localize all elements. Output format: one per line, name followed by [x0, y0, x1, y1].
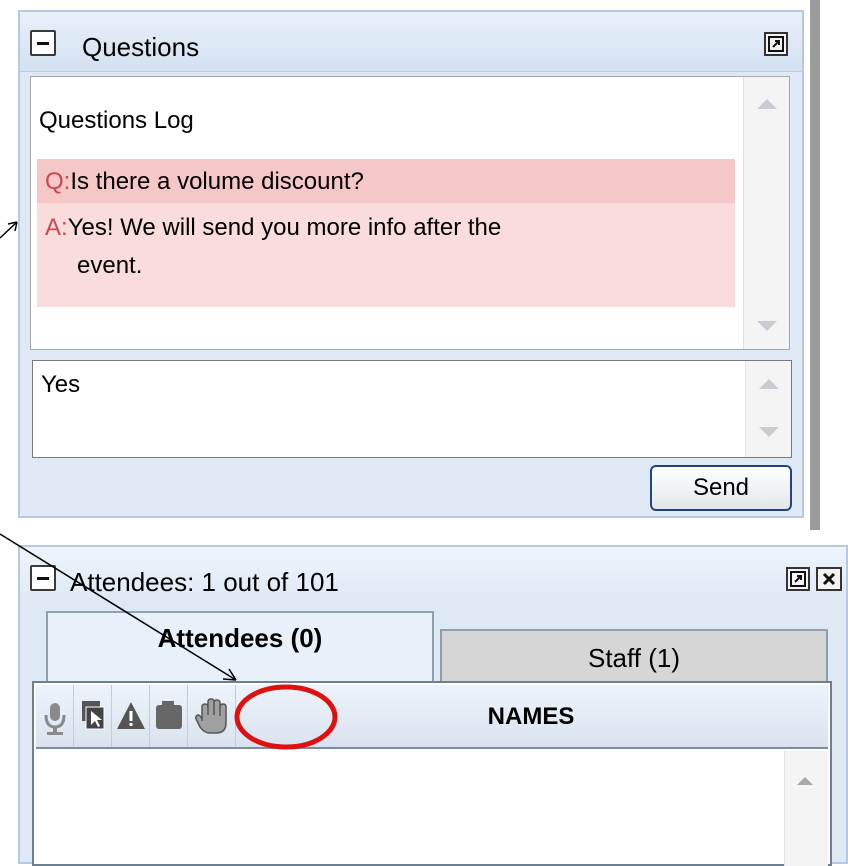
annotation-arrow-hand [0, 533, 237, 681]
annotation-overlay [0, 221, 338, 750]
raise-hand-highlight [234, 684, 338, 750]
annotation-arrow-left [0, 221, 18, 239]
